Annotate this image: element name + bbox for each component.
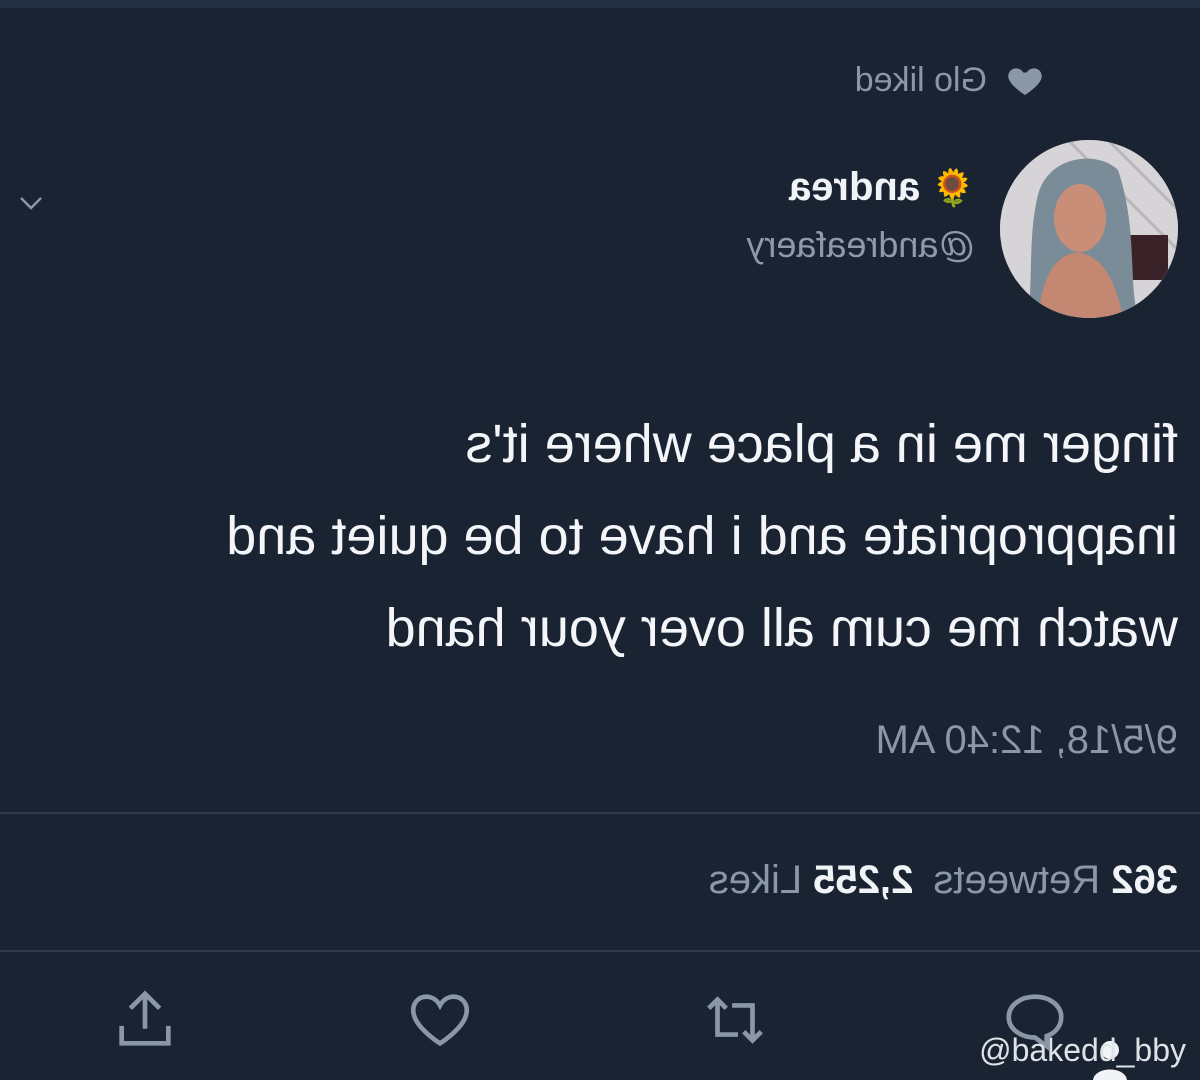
likes-label: Likes <box>708 858 803 902</box>
retweets-count: 362 <box>1111 858 1178 902</box>
share-button[interactable] <box>110 985 180 1055</box>
sunflower-emoji: 🌻 <box>930 166 975 208</box>
author-block[interactable]: 🌻 andrea @andreafaery <box>746 165 975 266</box>
likes-count: 2,255 <box>813 858 914 902</box>
watermark: @bakedd_bby <box>979 1032 1186 1068</box>
heart-icon <box>1008 68 1042 95</box>
social-context-text: Glo liked <box>854 60 987 99</box>
tweet-detail-screen: Glo liked 🌻 andrea @andreafaery finger m… <box>0 0 1200 1080</box>
tweet-line: watch me cum all over your hand <box>385 598 1178 658</box>
tweet-line: finger me in a place where it's <box>465 414 1178 474</box>
retweets-stat[interactable]: 362 Retweets <box>933 858 1178 903</box>
divider <box>0 812 1200 814</box>
avatar[interactable] <box>1000 140 1178 318</box>
social-context[interactable]: Glo liked <box>855 60 1045 100</box>
author-display-name: andrea <box>789 165 921 209</box>
retweet-icon <box>707 996 763 1044</box>
chevron-down-icon[interactable] <box>16 188 46 218</box>
tweet-timestamp[interactable]: 9/5/18, 12:40 AM <box>876 718 1178 763</box>
heart-outline-icon <box>410 994 470 1047</box>
share-icon <box>119 990 171 1046</box>
retweet-button[interactable] <box>700 985 770 1055</box>
tweet-line: inappropriate and i have to be quiet and <box>226 506 1178 566</box>
divider <box>0 950 1200 952</box>
like-button[interactable] <box>405 985 475 1055</box>
retweets-label: Retweets <box>933 858 1101 902</box>
author-handle: @andreafaery <box>746 224 975 265</box>
tweet-stats: 362 Retweets 2,255 Likes <box>709 858 1178 903</box>
tweet-text: finger me in a place where it's inapprop… <box>8 398 1178 674</box>
top-strip <box>0 0 1200 8</box>
likes-stat[interactable]: 2,255 Likes <box>709 858 914 903</box>
